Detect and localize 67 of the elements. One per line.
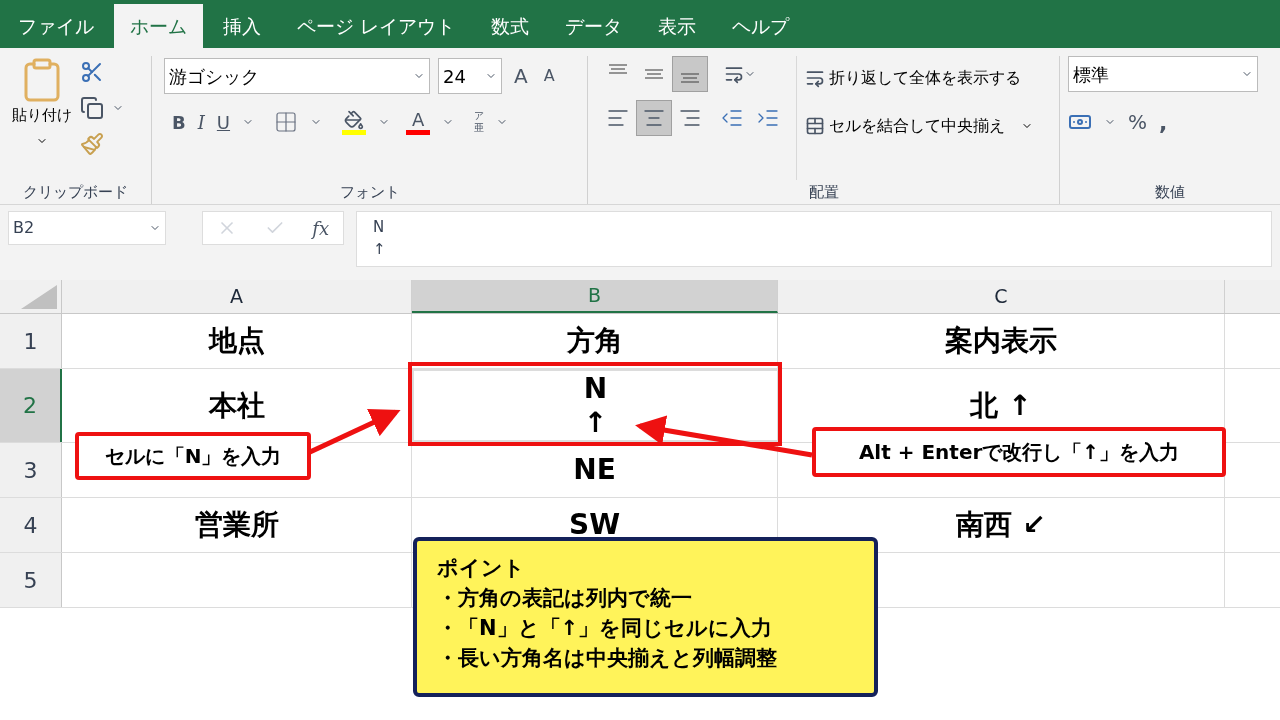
group-label: フォント <box>339 181 400 203</box>
ribbon-tab[interactable]: 挿入 <box>207 4 277 48</box>
note-title: ポイント <box>437 555 526 582</box>
font-name-field[interactable]: 游ゴシック <box>164 58 430 94</box>
shrink-font-button[interactable]: A <box>539 64 559 88</box>
formula-field[interactable]: N ↑ <box>356 211 1272 267</box>
horizontal-align-button[interactable] <box>636 100 672 136</box>
note-item: ・長い方角名は中央揃えと列幅調整 <box>437 645 778 672</box>
cell-text: 本社 <box>208 388 265 423</box>
wrap-text-button[interactable]: 折り返して全体を表示する <box>805 60 1033 96</box>
comma-button[interactable]: , <box>1159 105 1168 139</box>
number-format-field[interactable]: 標準 <box>1068 56 1258 92</box>
align-lines-icon <box>681 73 699 83</box>
paste-button[interactable]: 貼り付け <box>12 56 72 180</box>
row-header[interactable]: 1 <box>0 314 62 368</box>
group-label: 配置 <box>808 181 839 203</box>
note-item: ・「N」と「↑」を同じセルに入力 <box>437 615 774 642</box>
cell-text: SW <box>568 508 621 542</box>
select-all-icon[interactable] <box>21 285 57 309</box>
group-label: 数値 <box>1155 181 1185 203</box>
cell-text: 北 ↑ <box>970 388 1032 423</box>
group-label: クリップボード <box>23 181 128 203</box>
insert-function-button[interactable]: fx <box>312 214 330 242</box>
cell-text: N ↑ <box>583 371 608 440</box>
italic-button[interactable]: I <box>197 108 205 136</box>
cell-text: 営業所 <box>194 508 279 542</box>
row-header[interactable]: 4 <box>0 498 62 552</box>
bold-button[interactable]: B <box>172 108 186 136</box>
cell-text: 地点 <box>208 324 265 358</box>
row-header[interactable]: 2 <box>0 369 62 442</box>
name-box[interactable]: B2 <box>8 211 166 245</box>
font-color-button[interactable]: A <box>406 109 431 135</box>
ribbon-tab[interactable]: ヘルプ <box>716 4 806 48</box>
ribbon-tab[interactable]: 表示 <box>642 4 713 48</box>
column-header[interactable]: B <box>412 280 778 313</box>
orientation-icon[interactable] <box>724 64 744 84</box>
cell-text: NE <box>573 453 616 487</box>
font-size-field[interactable]: 24 <box>438 58 502 94</box>
phonetic-button[interactable]: ア 亜 <box>474 110 485 134</box>
cell-text: 案内表示 <box>945 324 1057 358</box>
vertical-align-button[interactable] <box>672 56 708 92</box>
merge-center-button[interactable]: セルを結合して中央揃え <box>805 108 1033 144</box>
align-lines-icon <box>645 69 663 79</box>
ribbon-tab[interactable]: ホーム <box>114 4 203 48</box>
row-header[interactable]: 3 <box>0 443 62 497</box>
row-header[interactable]: 5 <box>0 553 62 607</box>
ribbon-tab[interactable]: ファイル <box>2 4 110 48</box>
align-lines-icon <box>609 64 627 74</box>
copy-icon[interactable] <box>80 96 104 120</box>
column-header[interactable]: C <box>778 280 1225 313</box>
wrap-text-icon <box>805 68 825 88</box>
format-painter-icon[interactable] <box>80 132 104 156</box>
callout: セルに「N」を入力 <box>75 432 311 480</box>
underline-button[interactable]: U <box>216 108 231 136</box>
ribbon-tab[interactable]: 数式 <box>475 4 546 48</box>
cell-text: 南西 ↙ <box>956 508 1046 542</box>
cell-text: 方角 <box>566 324 623 358</box>
borders-icon[interactable] <box>274 110 299 134</box>
note-item: ・方角の表記は列内で統一 <box>437 585 693 612</box>
merge-cells-icon <box>805 116 825 136</box>
callout: Alt + Enterで改行し「↑」を入力 <box>812 427 1226 477</box>
fill-color-icon[interactable] <box>342 109 367 135</box>
grow-font-button[interactable]: A <box>510 61 532 91</box>
ribbon-tab[interactable]: ページ レイアウト <box>281 4 472 48</box>
cut-icon[interactable] <box>80 60 104 84</box>
ribbon-tab[interactable]: データ <box>549 4 639 48</box>
percent-button[interactable]: % <box>1128 107 1147 137</box>
